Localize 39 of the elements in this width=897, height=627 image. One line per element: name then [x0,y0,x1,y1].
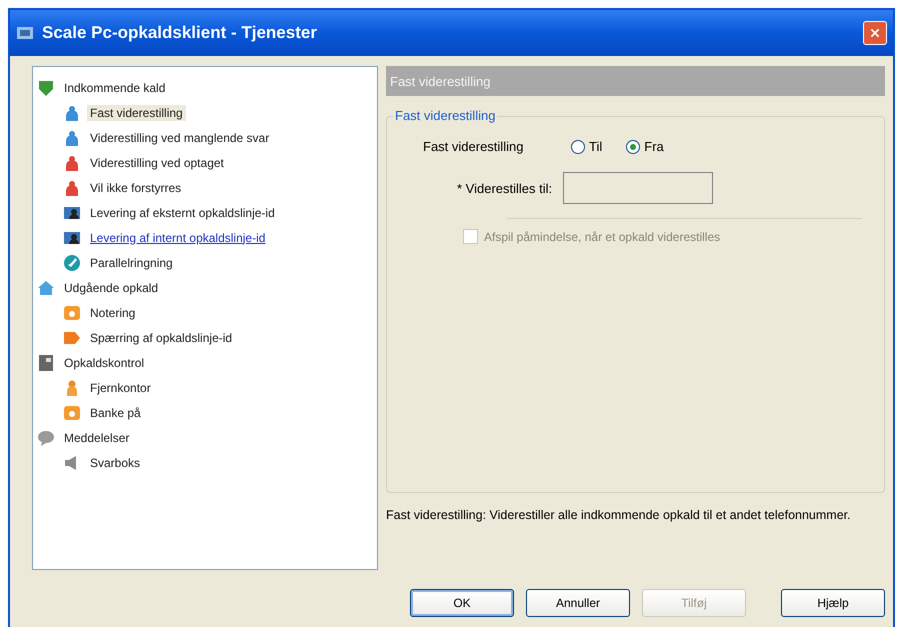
tree-item[interactable]: Viderestilling ved manglende svar [87,130,272,146]
checkbox-label: Afspil påmindelse, når et opkald viderestilles [484,230,720,244]
tree-item[interactable]: Fast viderestilling [87,104,186,120]
book-icon [37,354,55,372]
tree-item[interactable]: Udgående opkald [61,280,162,296]
person-icon [63,128,81,146]
tree-item[interactable]: Notering [87,304,138,320]
panel-header: Fast viderestilling [386,66,885,96]
tree-item[interactable]: Levering af eksternt opkaldslinje-id [87,204,278,220]
group-title: Fast viderestilling [393,108,498,123]
radio-button[interactable]: Til [571,139,602,154]
shield-icon [37,78,55,96]
tree-item[interactable]: Vil ikke forstyrres [87,180,184,196]
tree-item[interactable]: Indkommende kald [61,80,168,96]
tree-item[interactable]: Fjernkontor [87,380,154,396]
tree-item[interactable]: Meddelelser [61,430,132,446]
person-icon [63,178,81,196]
dialog-button[interactable]: OK [410,589,514,617]
radio-button[interactable]: Fra [626,139,664,154]
person-icon [63,104,81,122]
dialog-button[interactable]: Hjælp [781,589,885,617]
tree-item[interactable]: Levering af internt opkaldslinje-id [87,230,268,246]
tree-item[interactable]: Viderestilling ved optaget [87,154,227,170]
description-text: Fast viderestilling: Viderestiller alle indkommende opkald til et andet telefonnummer. [386,507,852,523]
speech-bubble-icon [37,428,55,446]
field-label: * Viderestilles til: [457,180,554,196]
close-button[interactable] [863,21,887,45]
tree-item[interactable]: Opkaldskontrol [61,354,148,370]
person-icon [63,154,81,172]
close-icon [870,26,880,40]
dialog-button[interactable]: Annuller [526,589,630,617]
tree-item[interactable]: Spærring af opkaldslinje-id [87,330,236,346]
house-icon [37,278,55,296]
window-title: Scale Pc-opkaldsklient - Tjenester [42,23,317,43]
tree-item[interactable]: Parallelringning [87,254,176,270]
app-icon [16,25,34,41]
tree-item[interactable]: Banke på [87,404,144,420]
tree-item[interactable]: Svarboks [87,454,144,470]
option-label: Fast viderestilling [423,139,524,154]
